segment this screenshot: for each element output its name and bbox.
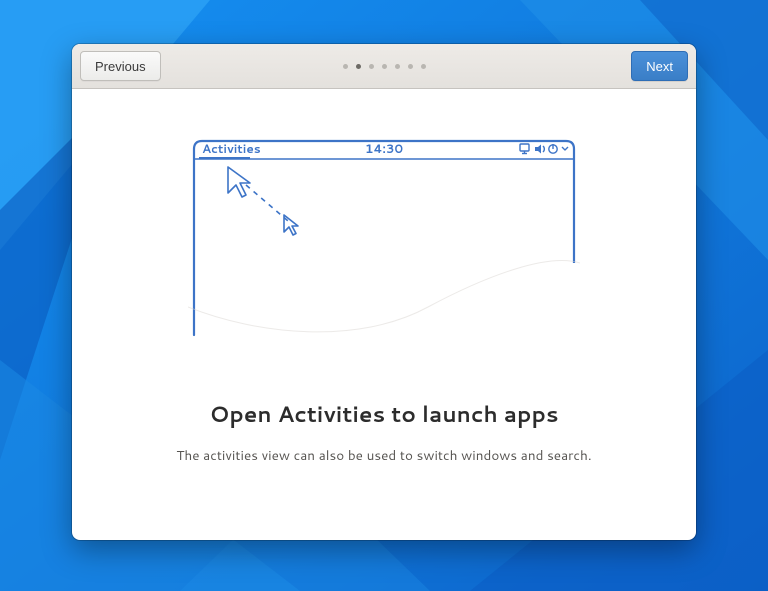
svg-text:Activities: Activities	[202, 140, 261, 157]
welcome-window: Previous Next	[72, 44, 696, 540]
headerbar: Previous Next	[72, 44, 696, 89]
next-button[interactable]: Next	[631, 51, 688, 81]
page-dot	[421, 64, 426, 69]
page-dot	[395, 64, 400, 69]
page-dot-active	[356, 64, 361, 69]
desktop: Previous Next	[0, 0, 768, 591]
page-dot	[343, 64, 348, 69]
page-subtitle: The activities view can also be used to …	[176, 446, 591, 465]
content-area: Activities 14:30	[72, 89, 696, 540]
page-dot	[408, 64, 413, 69]
page-title: Open Activities to launch apps	[209, 399, 558, 430]
illustration: Activities 14:30	[188, 135, 580, 347]
previous-button[interactable]: Previous	[80, 51, 161, 81]
page-dot	[382, 64, 387, 69]
page-indicator	[72, 44, 696, 88]
svg-text:14:30: 14:30	[365, 140, 403, 157]
page-dot	[369, 64, 374, 69]
